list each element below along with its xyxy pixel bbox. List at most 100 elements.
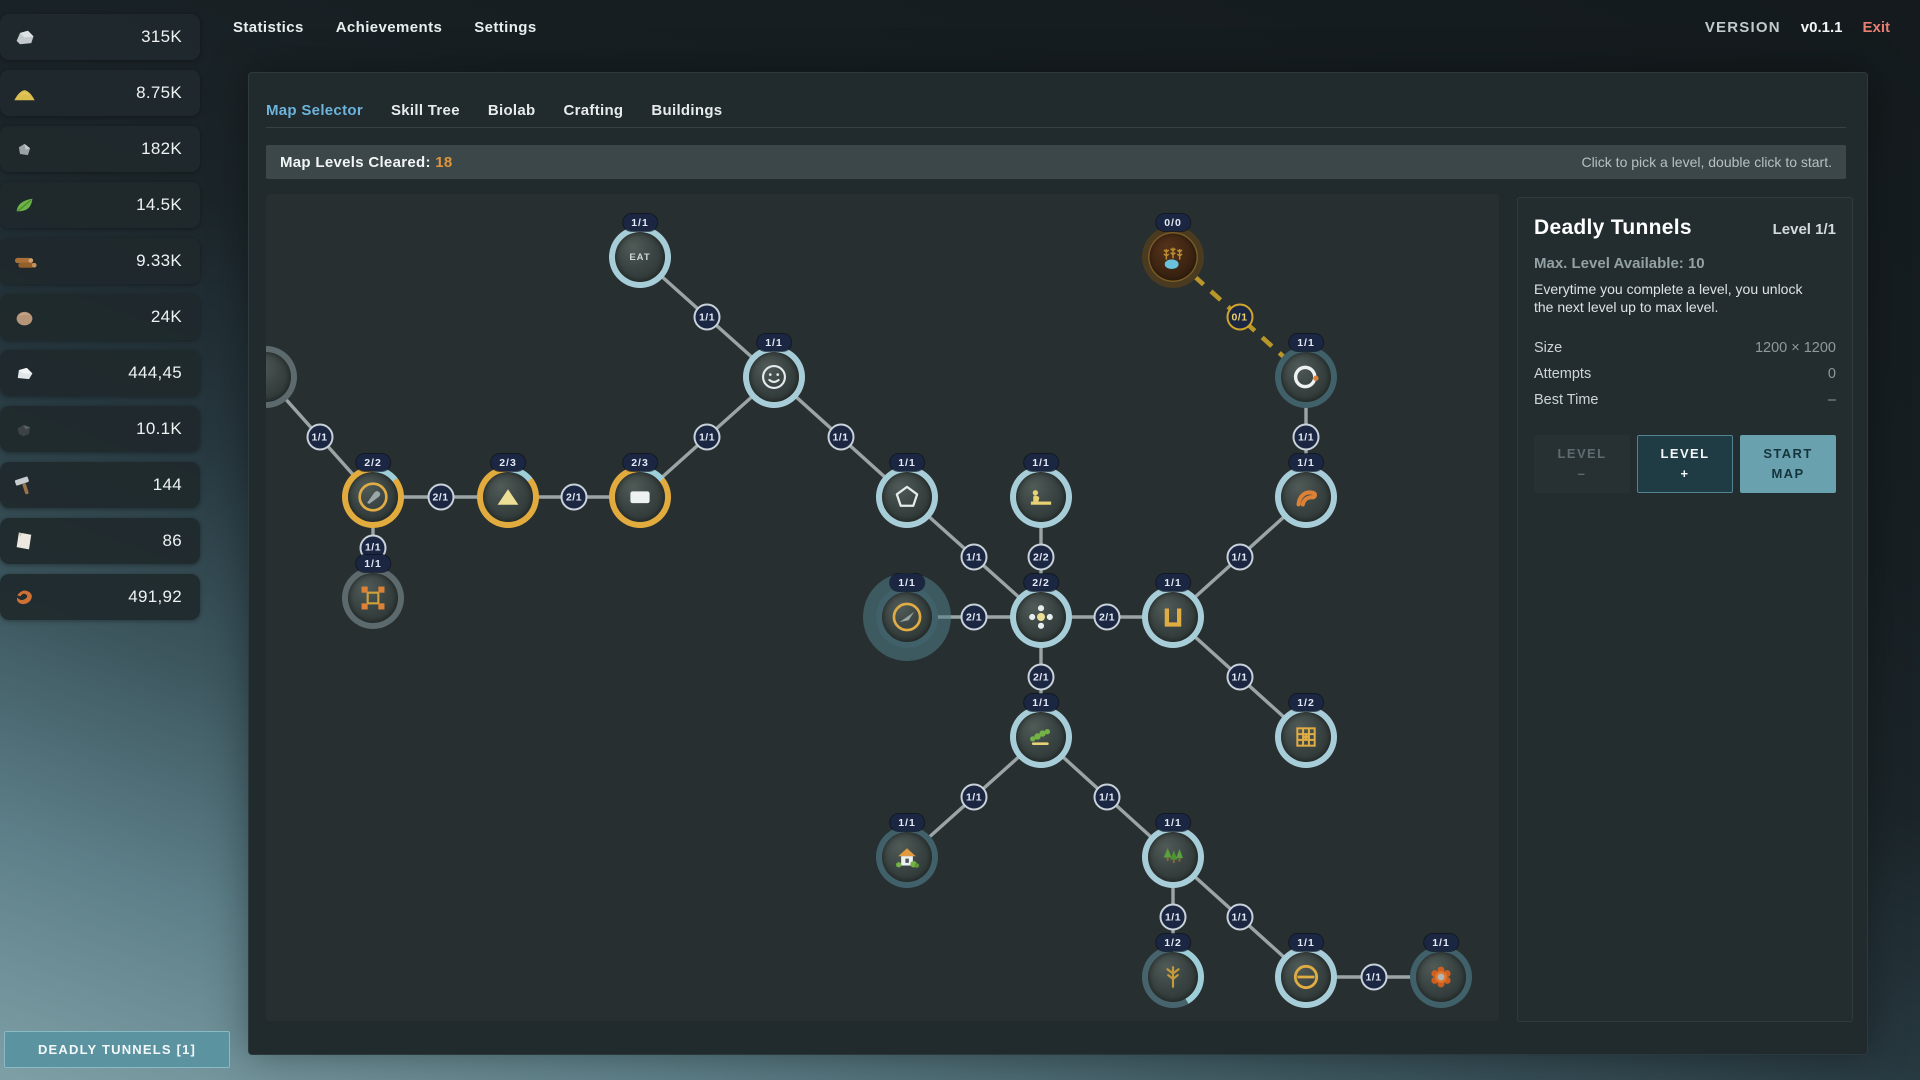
stat-label: Attempts (1534, 366, 1591, 382)
version-value: v0.1.1 (1801, 19, 1843, 36)
node-face (615, 472, 665, 522)
sand-icon (11, 80, 38, 107)
tab-skill-tree[interactable]: Skill Tree (391, 102, 460, 119)
edge-badge-minus-flower: 1/1 (1360, 964, 1387, 991)
hammer-icon (11, 472, 38, 499)
resource-item-stone: 315K (0, 14, 200, 60)
map-node-brush[interactable]: 2/2 (342, 466, 404, 528)
max-level-text: Max. Level Available: 10 (1534, 255, 1836, 272)
map-node-flower[interactable]: 1/1 (1410, 946, 1472, 1008)
resource-item-boulder: 444,45 (0, 350, 200, 396)
node-level-badge: 1/1 (1024, 454, 1058, 471)
edge-badge-pentagon-molecule: 1/1 (961, 544, 988, 571)
resource-item-paper: 86 (0, 518, 200, 564)
edge-badge-u-shape-grid: 1/1 (1226, 664, 1253, 691)
map-node-corners[interactable]: 1/1 (342, 567, 404, 629)
level-minus-button[interactable]: LEVEL– (1534, 435, 1630, 493)
clay-icon (11, 304, 38, 331)
map-node-minus[interactable]: 1/1 (1275, 946, 1337, 1008)
node-face (1016, 712, 1066, 762)
map-node-pentagon[interactable]: 1/1 (876, 466, 938, 528)
map-node-u-shape[interactable]: 1/1 (1142, 586, 1204, 648)
exit-link[interactable]: Exit (1862, 19, 1890, 36)
node-face (348, 472, 398, 522)
growth-icon (1025, 721, 1057, 753)
node-level-badge: 1/2 (1156, 934, 1190, 951)
map-node-eat[interactable]: EAT1/1 (609, 226, 671, 288)
map-node-molecule[interactable]: 2/2 (1010, 586, 1072, 648)
edge-badge-trees-twig: 1/1 (1160, 904, 1187, 931)
map-node-twig[interactable]: 1/2 (1142, 946, 1204, 1008)
level-detail-panel: Deadly Tunnels Level 1/1 Max. Level Avai… (1517, 197, 1853, 1022)
node-level-badge: 2/2 (356, 454, 390, 471)
node-level-badge: 1/1 (1289, 934, 1323, 951)
start-map-button[interactable]: STARTMAP (1740, 435, 1836, 493)
compass-icon (891, 601, 923, 633)
map-node-smiley[interactable]: 1/1 (743, 346, 805, 408)
map-node-growth[interactable]: 1/1 (1010, 706, 1072, 768)
map-node-bench[interactable]: 1/1 (1010, 466, 1072, 528)
map-node-stub[interactable] (266, 346, 297, 408)
nav-item-statistics[interactable]: Statistics (233, 19, 304, 36)
tab-map-selector[interactable]: Map Selector (266, 102, 363, 119)
taskbar-map-button[interactable]: DEADLY TUNNELS [1] (4, 1031, 230, 1068)
node-label: EAT (629, 252, 650, 263)
resource-value: 182K (141, 139, 182, 159)
map-banner: Map Levels Cleared: 18 Click to pick a l… (266, 145, 1846, 179)
map-node-panel[interactable]: 2/3 (609, 466, 671, 528)
stat-row-best-time: Best Time– (1534, 387, 1836, 413)
tab-crafting[interactable]: Crafting (563, 102, 623, 119)
stat-value: 0 (1828, 366, 1836, 382)
node-face (1281, 472, 1331, 522)
house-icon (891, 841, 923, 873)
edge-badge-molecule-growth: 2/1 (1028, 664, 1055, 691)
node-level-badge: 1/1 (757, 334, 791, 351)
node-face (1148, 952, 1198, 1002)
resource-sidebar: 315K8.75K182K14.5K9.33K24K444,4510.1K144… (0, 14, 200, 620)
level-buttons: LEVEL–LEVEL+STARTMAP (1534, 435, 1836, 493)
bench-icon (1025, 481, 1057, 513)
node-level-badge: 1/1 (1156, 574, 1190, 591)
stone-icon (11, 24, 38, 51)
map-node-compass[interactable]: 1/1 (876, 586, 938, 648)
map-node-trees[interactable]: 1/1 (1142, 826, 1204, 888)
tab-buildings[interactable]: Buildings (651, 102, 722, 119)
resource-value: 144 (153, 475, 182, 495)
tab-biolab[interactable]: Biolab (488, 102, 536, 119)
tab-bar: Map Selector Skill Tree Biolab Crafting Buil… (266, 93, 1846, 128)
map-node-circle[interactable]: 1/1 (1275, 346, 1337, 408)
nav-item-achievements[interactable]: Achievements (336, 19, 443, 36)
hook-icon (1290, 481, 1322, 513)
node-face (1016, 472, 1066, 522)
map-node-hook[interactable]: 1/1 (1275, 466, 1337, 528)
resource-value: 14.5K (136, 195, 182, 215)
map-canvas[interactable]: 1/11/11/11/12/12/11/11/12/12/22/12/11/11… (266, 194, 1499, 1021)
node-level-badge: 1/1 (1424, 934, 1458, 951)
edge-badge-hook-circle: 1/1 (1293, 424, 1320, 451)
resource-item-shrimp: 491,92 (0, 574, 200, 620)
resource-item-clay: 24K (0, 294, 200, 340)
resource-value: 24K (151, 307, 182, 327)
level-description: Everytime you complete a level, you unlo… (1534, 280, 1816, 317)
resource-value: 9.33K (136, 251, 182, 271)
map-node-grid[interactable]: 1/2 (1275, 706, 1337, 768)
nav-item-settings[interactable]: Settings (474, 19, 536, 36)
node-face (1148, 232, 1198, 282)
map-node-house[interactable]: 1/1 (876, 826, 938, 888)
node-level-badge: 1/1 (1289, 334, 1323, 351)
map-node-wheat[interactable]: 0/0 (1142, 226, 1204, 288)
wood-icon (11, 248, 38, 275)
edge-badge-bench-molecule: 2/2 (1028, 544, 1055, 571)
resource-item-sand: 8.75K (0, 70, 200, 116)
node-face (882, 592, 932, 642)
node-level-badge: 1/1 (1289, 454, 1323, 471)
resource-item-pebble: 182K (0, 126, 200, 172)
node-level-badge: 1/2 (1289, 694, 1323, 711)
stat-row-size: Size1200 × 1200 (1534, 335, 1836, 361)
resource-item-wood: 9.33K (0, 238, 200, 284)
level-plus-button[interactable]: LEVEL+ (1637, 435, 1733, 493)
map-node-mountain[interactable]: 2/3 (477, 466, 539, 528)
levels-cleared-text: Map Levels Cleared: 18 (280, 154, 453, 171)
grid-icon (1290, 721, 1322, 753)
node-face (749, 352, 799, 402)
